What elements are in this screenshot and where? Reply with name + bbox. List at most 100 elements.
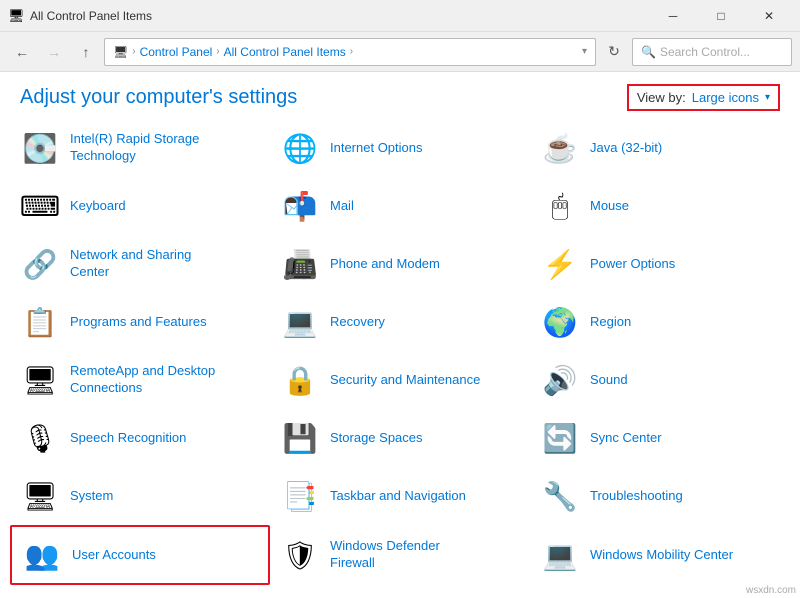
icon-mail: 📬 bbox=[280, 186, 320, 226]
icon-java: ☕ bbox=[540, 128, 580, 168]
grid-item-speech[interactable]: 🎙 Speech Recognition bbox=[10, 409, 270, 467]
grid-item-power[interactable]: ⚡Power Options bbox=[530, 235, 790, 293]
label-mail[interactable]: Mail bbox=[330, 198, 354, 215]
search-placeholder: Search Control... bbox=[660, 45, 750, 59]
grid-item-keyboard[interactable]: ⌨ Keyboard bbox=[10, 177, 270, 235]
label-troubleshoot[interactable]: Troubleshooting bbox=[590, 488, 683, 505]
label-sync[interactable]: Sync Center bbox=[590, 430, 662, 447]
grid-item-work-folders[interactable]: 📁Work Folders bbox=[10, 585, 270, 598]
items-grid: 💽 Intel(R) Rapid StorageTechnology 🌐 Intern… bbox=[0, 119, 800, 598]
address-dropdown[interactable]: ▾ bbox=[582, 46, 587, 57]
icon-system: 🖥 bbox=[20, 476, 60, 516]
view-by-value[interactable]: Large icons bbox=[692, 90, 759, 105]
icon-sound: 🔊 bbox=[540, 360, 580, 400]
grid-item-java[interactable]: ☕ Java (32-bit) bbox=[530, 119, 790, 177]
label-recovery[interactable]: Recovery bbox=[330, 314, 385, 331]
label-java[interactable]: Java (32-bit) bbox=[590, 140, 662, 157]
label-storage[interactable]: Storage Spaces bbox=[330, 430, 423, 447]
breadcrumb-icon: 🖥 bbox=[113, 45, 128, 59]
view-by-arrow: ▾ bbox=[765, 92, 770, 103]
grid-item-internet-options[interactable]: 🌐 Internet Options bbox=[270, 119, 530, 177]
grid-item-user-accounts[interactable]: 👥 User Accounts bbox=[10, 525, 270, 585]
label-user-accounts[interactable]: User Accounts bbox=[72, 547, 156, 564]
label-mouse[interactable]: Mouse bbox=[590, 198, 629, 215]
breadcrumb-control-panel[interactable]: Control Panel bbox=[140, 45, 213, 59]
grid-item-taskbar[interactable]: 📑 Taskbar and Navigation bbox=[270, 467, 530, 525]
label-internet-options[interactable]: Internet Options bbox=[330, 140, 423, 157]
icon-security: 🔒 bbox=[280, 360, 320, 400]
grid-item-sound[interactable]: 🔊 Sound bbox=[530, 351, 790, 409]
up-button[interactable]: ↑ bbox=[72, 38, 100, 66]
label-power[interactable]: Power Options bbox=[590, 256, 675, 273]
icon-sync: 🔄 bbox=[540, 418, 580, 458]
view-by-control[interactable]: View by: Large icons ▾ bbox=[627, 84, 780, 111]
label-region[interactable]: Region bbox=[590, 314, 631, 331]
icon-mobility: 💻 bbox=[540, 535, 580, 575]
label-security[interactable]: Security and Maintenance bbox=[330, 372, 480, 389]
forward-button[interactable]: → bbox=[40, 38, 68, 66]
icon-work-folders: 📁 bbox=[20, 594, 60, 598]
label-phone[interactable]: Phone and Modem bbox=[330, 256, 440, 273]
label-keyboard[interactable]: Keyboard bbox=[70, 198, 126, 215]
search-box[interactable]: 🔍 Search Control... bbox=[632, 38, 792, 66]
icon-taskbar: 📑 bbox=[280, 476, 320, 516]
icon-recovery: 💻 bbox=[280, 302, 320, 342]
grid-item-region[interactable]: 🌍 Region bbox=[530, 293, 790, 351]
label-mobility[interactable]: Windows Mobility Center bbox=[590, 547, 733, 564]
label-sound[interactable]: Sound bbox=[590, 372, 628, 389]
icon-user-accounts: 👥 bbox=[22, 535, 62, 575]
grid-item-programs[interactable]: 📋 Programs and Features bbox=[10, 293, 270, 351]
maximize-button[interactable]: □ bbox=[698, 0, 744, 32]
label-taskbar[interactable]: Taskbar and Navigation bbox=[330, 488, 466, 505]
icon-region: 🌍 bbox=[540, 302, 580, 342]
grid-item-network[interactable]: 🔗Network and SharingCenter bbox=[10, 235, 270, 293]
address-box[interactable]: 🖥 › Control Panel › All Control Panel It… bbox=[104, 38, 596, 66]
grid-item-windows-defender[interactable]: 🛡 Windows DefenderFirewall bbox=[270, 525, 530, 585]
grid-item-troubleshoot[interactable]: 🔧 Troubleshooting bbox=[530, 467, 790, 525]
grid-item-storage[interactable]: 💾 Storage Spaces bbox=[270, 409, 530, 467]
breadcrumb-all-items[interactable]: All Control Panel Items bbox=[224, 45, 346, 59]
refresh-button[interactable]: ↻ bbox=[600, 38, 628, 66]
icon-mouse: 🖱 bbox=[540, 186, 580, 226]
page-title: Adjust your computer's settings bbox=[20, 86, 297, 109]
grid-item-mail[interactable]: 📬 Mail bbox=[270, 177, 530, 235]
address-bar: ← → ↑ 🖥 › Control Panel › All Control Pa… bbox=[0, 32, 800, 72]
label-system[interactable]: System bbox=[70, 488, 113, 505]
grid-item-remoteapp[interactable]: 🖥 RemoteApp and DesktopConnections bbox=[10, 351, 270, 409]
label-speech[interactable]: Speech Recognition bbox=[70, 430, 186, 447]
view-by-label: View by: bbox=[637, 90, 686, 105]
close-button[interactable]: ✕ bbox=[746, 0, 792, 32]
icon-troubleshoot: 🔧 bbox=[540, 476, 580, 516]
label-network[interactable]: Network and SharingCenter bbox=[70, 247, 191, 281]
back-button[interactable]: ← bbox=[8, 38, 36, 66]
watermark: wsxdn.com bbox=[746, 585, 796, 596]
content-header: Adjust your computer's settings View by:… bbox=[0, 72, 800, 119]
title-bar: 🖥 All Control Panel Items ─ □ ✕ bbox=[0, 0, 800, 32]
grid-item-system[interactable]: 🖥 System bbox=[10, 467, 270, 525]
icon-rapid-storage: 💽 bbox=[20, 128, 60, 168]
icon-windows-defender: 🛡 bbox=[280, 535, 320, 575]
icon-phone: 📠 bbox=[280, 244, 320, 284]
grid-item-mouse[interactable]: 🖱 Mouse bbox=[530, 177, 790, 235]
grid-item-phone[interactable]: 📠 Phone and Modem bbox=[270, 235, 530, 293]
search-icon: 🔍 bbox=[641, 45, 656, 59]
icon-keyboard: ⌨ bbox=[20, 186, 60, 226]
grid-item-security[interactable]: 🔒 Security and Maintenance bbox=[270, 351, 530, 409]
minimize-button[interactable]: ─ bbox=[650, 0, 696, 32]
icon-programs: 📋 bbox=[20, 302, 60, 342]
label-rapid-storage[interactable]: Intel(R) Rapid StorageTechnology bbox=[70, 131, 199, 165]
window-icon: 🖥 bbox=[8, 8, 24, 24]
grid-item-rapid-storage[interactable]: 💽 Intel(R) Rapid StorageTechnology bbox=[10, 119, 270, 177]
content-wrapper: Adjust your computer's settings View by:… bbox=[0, 72, 800, 598]
grid-item-mobility[interactable]: 💻 Windows Mobility Center bbox=[530, 525, 790, 585]
grid-item-recovery[interactable]: 💻 Recovery bbox=[270, 293, 530, 351]
main-content: Adjust your computer's settings View by:… bbox=[0, 72, 800, 598]
label-windows-defender[interactable]: Windows DefenderFirewall bbox=[330, 538, 440, 572]
grid-item-sync[interactable]: 🔄 Sync Center bbox=[530, 409, 790, 467]
icon-storage: 💾 bbox=[280, 418, 320, 458]
icon-remoteapp: 🖥 bbox=[20, 360, 60, 400]
label-programs[interactable]: Programs and Features bbox=[70, 314, 207, 331]
label-remoteapp[interactable]: RemoteApp and DesktopConnections bbox=[70, 363, 215, 397]
icon-speech: 🎙 bbox=[20, 418, 60, 458]
icon-internet-options: 🌐 bbox=[280, 128, 320, 168]
